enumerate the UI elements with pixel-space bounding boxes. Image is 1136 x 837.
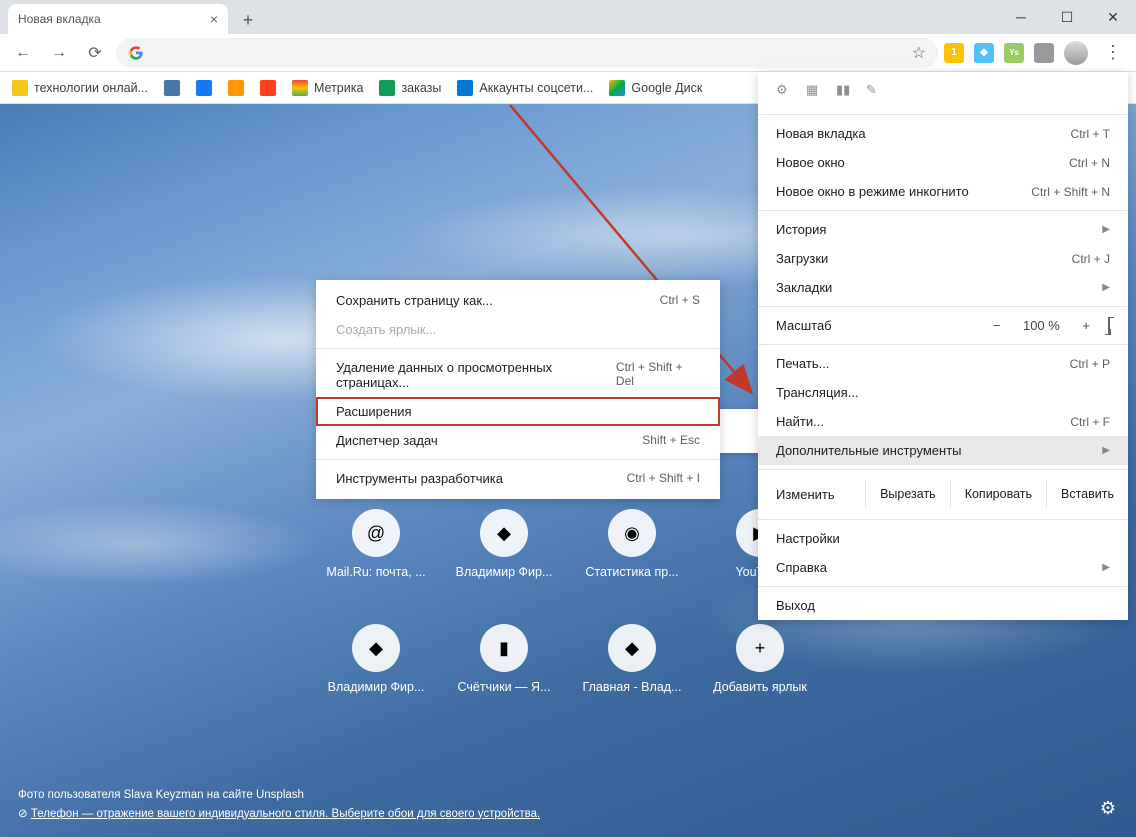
menu-settings[interactable]: Настройки <box>758 524 1128 553</box>
menu-new-window[interactable]: Новое окноCtrl + N <box>758 148 1128 177</box>
menu-cut[interactable]: Вырезать <box>865 480 950 509</box>
tab-title: Новая вкладка <box>18 12 101 26</box>
menu-find[interactable]: Найти...Ctrl + F <box>758 407 1128 436</box>
plus-icon: + <box>736 624 784 672</box>
ext-icon[interactable]: ▦ <box>806 82 824 100</box>
menu-zoom-row: Масштаб − 100 % + <box>758 311 1128 340</box>
shortcuts-row-1: @Mail.Ru: почта, ... ◆Владимир Фир... ◉С… <box>320 509 816 579</box>
submenu-clear-data[interactable]: Удаление данных о просмотренных страница… <box>316 353 720 397</box>
submenu-dev-tools[interactable]: Инструменты разработчикаCtrl + Shift + I <box>316 464 720 493</box>
zoom-in-button[interactable]: + <box>1082 318 1090 333</box>
menu-downloads[interactable]: ЗагрузкиCtrl + J <box>758 244 1128 273</box>
forward-button[interactable]: → <box>44 38 74 68</box>
submenu-task-manager[interactable]: Диспетчер задачShift + Esc <box>316 426 720 455</box>
minimize-button[interactable]: ─ <box>998 0 1044 34</box>
profile-avatar[interactable] <box>1064 41 1088 65</box>
submenu-save-as[interactable]: Сохранить страницу как...Ctrl + S <box>316 286 720 315</box>
bookmark-star-icon[interactable]: ☆ <box>912 43 926 63</box>
shortcut-icon: ▮ <box>480 624 528 672</box>
chrome-menu-button[interactable]: ⋮ <box>1098 38 1128 68</box>
shortcut-icon: ◆ <box>608 624 656 672</box>
bookmark-item[interactable]: Google Диск <box>609 80 702 96</box>
chrome-main-menu: ⚙ ▦ ▮▮ ✎ Новая вкладкаCtrl + T Новое окн… <box>758 72 1128 620</box>
menu-bookmarks[interactable]: Закладки▶ <box>758 273 1128 302</box>
zoom-value: 100 % <box>1018 318 1064 333</box>
attribution-footer: Фото пользователя Slava Keyzman на сайте… <box>18 786 540 823</box>
bookmark-item[interactable]: Метрика <box>292 80 363 96</box>
shortcut-tile[interactable]: ▮Счётчики — Я... <box>448 624 560 694</box>
window-controls: ─ ☐ ✕ <box>998 0 1136 34</box>
submenu-extensions[interactable]: Расширения <box>316 397 720 426</box>
maximize-button[interactable]: ☐ <box>1044 0 1090 34</box>
browser-tab[interactable]: Новая вкладка × <box>8 4 228 34</box>
extension-icon-2[interactable]: ◆ <box>974 43 994 63</box>
extension-icon-4[interactable] <box>1034 43 1054 63</box>
shortcut-icon: ◉ <box>608 509 656 557</box>
menu-extension-row: ⚙ ▦ ▮▮ ✎ <box>758 78 1128 110</box>
bookmark-item[interactable] <box>164 80 180 96</box>
close-tab-icon[interactable]: × <box>210 11 218 27</box>
menu-new-tab[interactable]: Новая вкладкаCtrl + T <box>758 119 1128 148</box>
menu-incognito[interactable]: Новое окно в режиме инкогнитоCtrl + Shif… <box>758 177 1128 206</box>
menu-print[interactable]: Печать...Ctrl + P <box>758 349 1128 378</box>
extension-icon-3[interactable]: Ys <box>1004 43 1024 63</box>
extension-icons: 1 ◆ Ys ⋮ <box>944 38 1128 68</box>
ext-icon[interactable]: ✎ <box>866 82 884 100</box>
bookmark-item[interactable] <box>228 80 244 96</box>
reload-button[interactable]: ⟳ <box>80 38 110 68</box>
menu-history[interactable]: История▶ <box>758 215 1128 244</box>
wallpaper-link[interactable]: Телефон — отражение вашего индивидуально… <box>31 808 540 820</box>
shortcut-icon: @ <box>352 509 400 557</box>
fullscreen-button[interactable] <box>1108 318 1110 333</box>
menu-help[interactable]: Справка▶ <box>758 553 1128 582</box>
shortcut-tile[interactable]: ◆Владимир Фир... <box>448 509 560 579</box>
ext-icon[interactable]: ⚙ <box>776 82 794 100</box>
close-window-button[interactable]: ✕ <box>1090 0 1136 34</box>
menu-exit[interactable]: Выход <box>758 591 1128 620</box>
bookmark-item[interactable] <box>260 80 276 96</box>
shortcut-tile[interactable]: ◆Главная - Влад... <box>576 624 688 694</box>
more-tools-submenu: Сохранить страницу как...Ctrl + S Создат… <box>316 280 720 499</box>
shortcut-tile[interactable]: ◆Владимир Фир... <box>320 624 432 694</box>
menu-paste[interactable]: Вставить <box>1046 480 1128 509</box>
bookmark-item[interactable]: Аккаунты соцсети... <box>457 80 593 96</box>
bookmark-item[interactable]: технологии онлай... <box>12 80 148 96</box>
menu-copy[interactable]: Копировать <box>950 480 1046 509</box>
toolbar: ← → ⟳ ☆ 1 ◆ Ys ⋮ <box>0 34 1136 72</box>
shortcut-tile[interactable]: ◉Статистика пр... <box>576 509 688 579</box>
google-g-icon <box>128 45 144 61</box>
address-bar[interactable]: ☆ <box>116 38 938 68</box>
menu-more-tools[interactable]: Дополнительные инструменты▶ <box>758 436 1128 465</box>
submenu-create-shortcut: Создать ярлык... <box>316 315 720 344</box>
new-tab-button[interactable]: + <box>234 6 262 34</box>
shortcut-tile[interactable]: +Добавить ярлык <box>704 624 816 694</box>
photo-credit: Фото пользователя Slava Keyzman на сайте… <box>18 786 540 804</box>
ext-icon[interactable]: ▮▮ <box>836 82 854 100</box>
shortcut-icon: ◆ <box>480 509 528 557</box>
shortcuts-row-2: ◆Владимир Фир... ▮Счётчики — Я... ◆Главн… <box>320 624 816 694</box>
menu-cast[interactable]: Трансляция... <box>758 378 1128 407</box>
shortcut-tile[interactable]: @Mail.Ru: почта, ... <box>320 509 432 579</box>
extension-icon-1[interactable]: 1 <box>944 43 964 63</box>
shortcut-icon: ◆ <box>352 624 400 672</box>
bookmark-item[interactable] <box>196 80 212 96</box>
back-button[interactable]: ← <box>8 38 38 68</box>
customize-gear-icon[interactable]: ⚙ <box>1100 798 1116 819</box>
zoom-out-button[interactable]: − <box>993 318 1001 333</box>
titlebar: Новая вкладка × + ─ ☐ ✕ <box>0 0 1136 34</box>
menu-edit-row: Изменить Вырезать Копировать Вставить <box>758 474 1128 515</box>
bookmark-item[interactable]: заказы <box>379 80 441 96</box>
